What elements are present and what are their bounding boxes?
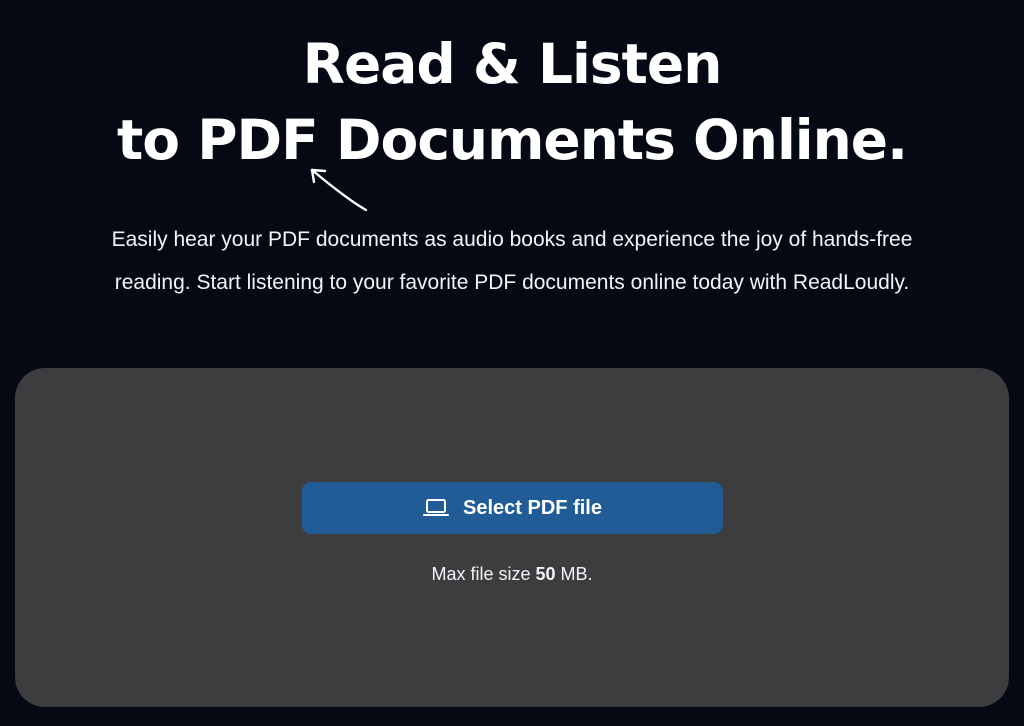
max-file-size-prefix: Max file size — [431, 564, 536, 584]
max-file-size-note: Max file size 50 MB. — [15, 564, 1009, 585]
max-file-size-value: 50 — [535, 564, 556, 584]
arrow-doodle-icon — [310, 168, 368, 212]
upload-dropzone[interactable]: Select PDF file Max file size 50 MB. — [15, 368, 1009, 707]
hero-title-line-2: to PDF Documents Online. — [116, 108, 908, 172]
hero-subtitle-line-1: Easily hear your PDF documents as audio … — [111, 228, 913, 251]
select-pdf-file-button[interactable]: Select PDF file — [302, 482, 723, 534]
select-pdf-file-label: Select PDF file — [463, 496, 602, 519]
hero-subtitle-line-2: reading. Start listening to your favorit… — [114, 271, 910, 294]
hero-title-line-1: Read & Listen — [302, 32, 723, 96]
hero-title: Read & Listen to PDF Documents Online. — [0, 26, 1024, 178]
hero-subtitle: Easily hear your PDF documents as audio … — [0, 218, 1024, 304]
max-file-size-suffix: MB. — [555, 564, 593, 584]
laptop-icon — [423, 499, 450, 516]
